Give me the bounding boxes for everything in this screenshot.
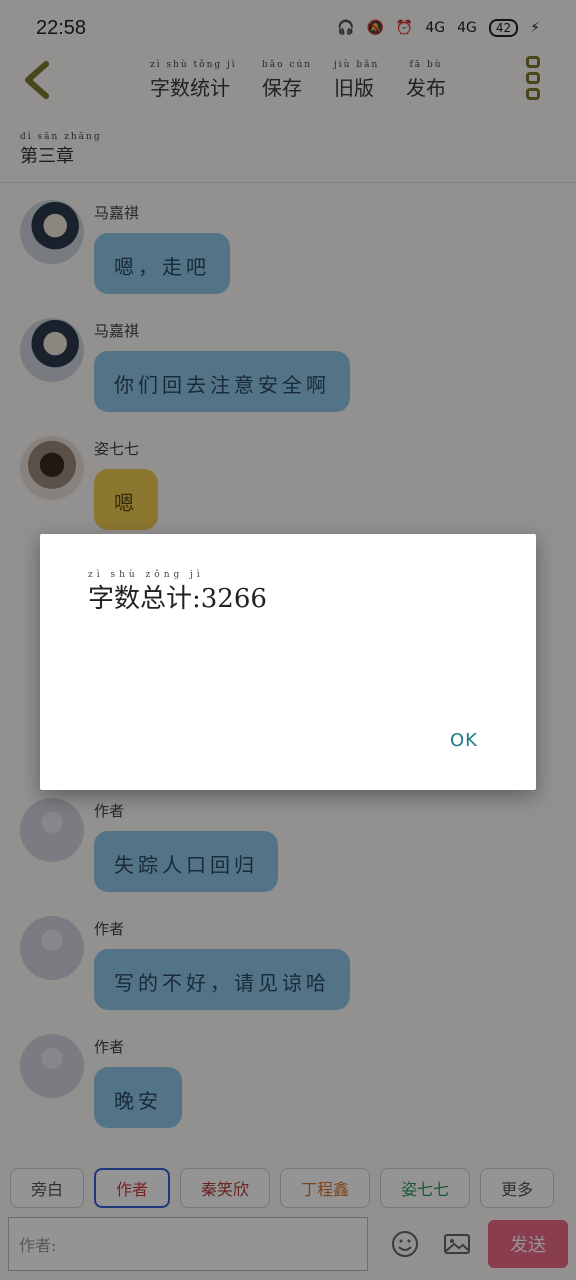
word-count-dialog: zì shù zǒng jì 字数总计:3266 OK	[40, 534, 536, 790]
dialog-title: zì shù zǒng jì 字数总计:3266	[88, 570, 267, 614]
ok-button[interactable]: OK	[450, 730, 478, 751]
